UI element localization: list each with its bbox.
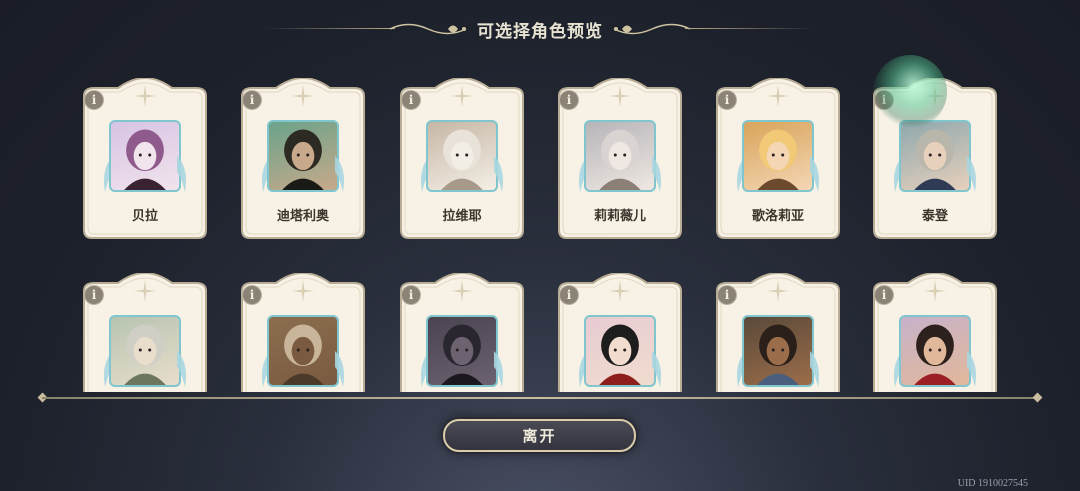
character-avatar-icon — [282, 129, 324, 190]
character-card[interactable]: i — [870, 78, 1000, 244]
sparkle-icon — [924, 85, 946, 107]
character-avatar-icon — [599, 324, 641, 385]
character-portrait — [426, 120, 498, 192]
sparkle-icon — [134, 280, 156, 302]
portrait-frame — [579, 315, 661, 391]
character-avatar-icon — [441, 129, 483, 190]
info-icon[interactable]: i — [718, 286, 736, 304]
portrait-frame — [262, 120, 344, 196]
character-avatar-icon — [757, 324, 799, 385]
character-portrait — [109, 120, 181, 192]
divider-cap-right — [1032, 392, 1043, 403]
character-avatar-icon — [914, 129, 956, 190]
character-portrait — [267, 120, 339, 192]
character-name: 莉莉薇儿 — [593, 209, 646, 224]
portrait-frame — [262, 315, 344, 391]
sparkle-icon — [451, 85, 473, 107]
character-card[interactable]: i — [555, 273, 685, 392]
wing-ornament-icon — [335, 156, 344, 192]
character-name: 歌洛莉亚 — [751, 209, 804, 224]
info-icon[interactable]: i — [560, 286, 578, 304]
character-avatar-icon — [282, 324, 324, 385]
wing-ornament-icon — [335, 351, 344, 387]
character-avatar-icon — [599, 129, 641, 190]
character-avatar-icon — [757, 129, 799, 190]
bottom-divider — [42, 397, 1038, 399]
sparkle-icon — [767, 280, 789, 302]
character-card[interactable]: i — [713, 273, 843, 392]
character-avatar-icon — [914, 324, 956, 385]
character-portrait — [742, 315, 814, 387]
character-avatar-icon — [441, 324, 483, 385]
portrait-frame — [737, 120, 819, 196]
character-portrait — [584, 120, 656, 192]
wing-ornament-icon — [177, 351, 186, 387]
character-portrait — [899, 315, 971, 387]
portrait-frame — [894, 315, 976, 391]
wing-ornament-icon — [967, 351, 976, 387]
character-avatar-icon — [124, 324, 166, 385]
character-portrait — [426, 315, 498, 387]
character-card[interactable]: i — [80, 78, 210, 244]
wing-ornament-icon — [494, 351, 503, 387]
character-card[interactable]: i — [238, 78, 368, 244]
character-name: 泰登 — [921, 209, 948, 224]
leave-button[interactable]: 离开 — [443, 419, 636, 452]
wing-ornament-icon — [652, 156, 661, 192]
info-icon[interactable]: i — [243, 286, 261, 304]
character-card[interactable]: i — [397, 78, 527, 244]
sparkle-icon — [924, 280, 946, 302]
wing-ornament-icon — [177, 156, 186, 192]
character-portrait — [742, 120, 814, 192]
character-name: 拉维耶 — [442, 209, 482, 224]
sparkle-icon — [609, 280, 631, 302]
wing-ornament-icon — [810, 351, 819, 387]
character-portrait — [899, 120, 971, 192]
info-icon[interactable]: i — [875, 91, 893, 109]
sparkle-icon — [292, 280, 314, 302]
sparkle-icon — [134, 85, 156, 107]
character-card[interactable]: i — [555, 78, 685, 244]
character-grid: i 贝拉 i 迪塔利奥 i 拉维耶 i 莉莉薇儿 i 歌洛莉亚 i 泰登 i i… — [0, 0, 1080, 392]
character-name: 迪塔利奥 — [276, 209, 329, 224]
portrait-frame — [104, 120, 186, 196]
wing-ornament-icon — [810, 156, 819, 192]
portrait-frame — [737, 315, 819, 391]
portrait-frame — [421, 120, 503, 196]
character-portrait — [267, 315, 339, 387]
info-icon[interactable]: i — [402, 286, 420, 304]
character-card[interactable]: i — [713, 78, 843, 244]
sparkle-icon — [767, 85, 789, 107]
character-name: 贝拉 — [131, 209, 158, 224]
wing-ornament-icon — [967, 156, 976, 192]
portrait-frame — [421, 315, 503, 391]
sparkle-icon — [292, 85, 314, 107]
portrait-frame — [104, 315, 186, 391]
character-avatar-icon — [124, 129, 166, 190]
info-icon[interactable]: i — [85, 91, 103, 109]
info-icon[interactable]: i — [560, 91, 578, 109]
info-icon[interactable]: i — [243, 91, 261, 109]
character-card[interactable]: i — [238, 273, 368, 392]
sparkle-icon — [451, 280, 473, 302]
portrait-frame — [894, 120, 976, 196]
character-portrait — [584, 315, 656, 387]
character-card[interactable]: i — [397, 273, 527, 392]
character-card[interactable]: i — [870, 273, 1000, 392]
info-icon[interactable]: i — [85, 286, 103, 304]
info-icon[interactable]: i — [718, 91, 736, 109]
sparkle-icon — [609, 85, 631, 107]
wing-ornament-icon — [652, 351, 661, 387]
info-icon[interactable]: i — [402, 91, 420, 109]
character-card[interactable]: i — [80, 273, 210, 392]
character-portrait — [109, 315, 181, 387]
uid-label: UID 1910027545 — [957, 478, 1028, 489]
wing-ornament-icon — [494, 156, 503, 192]
info-icon[interactable]: i — [875, 286, 893, 304]
portrait-frame — [579, 120, 661, 196]
